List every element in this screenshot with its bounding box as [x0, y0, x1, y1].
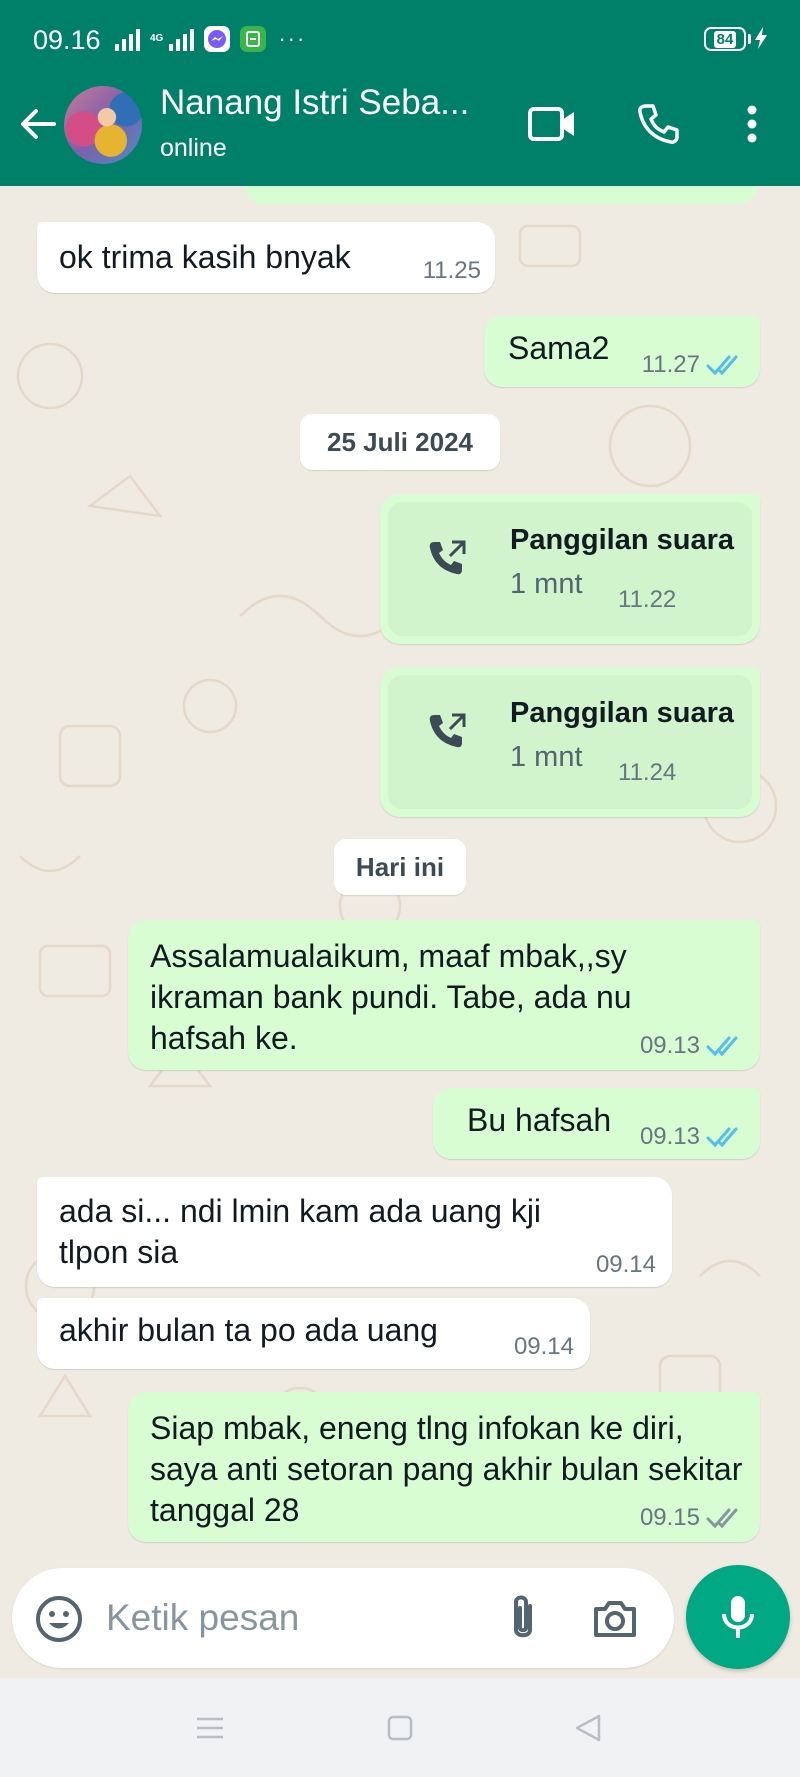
mic-icon	[722, 1596, 754, 1638]
call-duration: 1 mnt	[510, 568, 583, 600]
message-time: 09.14	[595, 1251, 656, 1278]
phone-icon	[638, 104, 679, 144]
message-time: 09.15	[639, 1504, 700, 1531]
message-meta: 11.27	[642, 351, 744, 379]
battery-level: 84	[713, 30, 737, 48]
read-receipt-icon	[706, 1036, 738, 1057]
message-text: Assalamualaikum, maaf mbak,,sy ikraman b…	[150, 938, 632, 1056]
menu-icon	[197, 1717, 223, 1739]
incoming-message[interactable]: ada si... ndi lmin kam ada uang kji tlpo…	[37, 1177, 672, 1287]
back-button[interactable]	[14, 100, 62, 148]
outgoing-message[interactable]: Sama2 11.27	[484, 316, 760, 387]
delivered-receipt-icon	[706, 1508, 738, 1529]
message-text: akhir bulan ta po ada uang	[59, 1312, 438, 1348]
video-call-icon	[528, 107, 574, 141]
incoming-message[interactable]: akhir bulan ta po ada uang 09.14	[37, 1298, 590, 1369]
voice-call-message[interactable]: Panggilan suara 1 mnt 11.24	[380, 667, 760, 817]
status-bar: 09.16 4G ··· 84	[0, 0, 800, 80]
message-meta: 09.15	[640, 1504, 744, 1532]
avatar[interactable]	[64, 86, 142, 164]
attach-icon[interactable]	[500, 1592, 546, 1646]
system-back-button[interactable]	[566, 1706, 610, 1750]
message-text: ok trima kasih bnyak	[59, 239, 351, 275]
read-receipt-icon	[706, 1127, 738, 1148]
camera-icon[interactable]	[590, 1594, 640, 1644]
battery-icon: 84	[704, 27, 746, 51]
home-icon	[387, 1715, 413, 1741]
outgoing-message[interactable]: Bu hafsah 09.13	[433, 1088, 760, 1159]
status-icons: 4G ···	[115, 22, 306, 56]
call-card: Panggilan suara 1 mnt 11.24	[388, 675, 752, 809]
status-time: 09.16	[33, 25, 101, 55]
read-receipt-icon	[706, 355, 738, 376]
message-meta: 09.13	[640, 1032, 744, 1060]
emoji-icon[interactable]	[34, 1594, 84, 1644]
message-text: ada si... ndi lmin kam ada uang kji tlpo…	[59, 1193, 542, 1270]
message-time: 11.24	[618, 759, 677, 786]
call-title: Panggilan suara	[510, 697, 735, 729]
top-app-bar: 09.16 4G ··· 84 Nanang Istri Seba... onl…	[0, 0, 800, 186]
network-type-label: 4G	[150, 33, 164, 44]
message-time: 11.27	[641, 351, 700, 378]
more-vert-icon	[747, 105, 757, 143]
incoming-message[interactable]: ok trima kasih bnyak 11.25	[37, 222, 495, 293]
battery-nub	[748, 34, 751, 44]
message-time: 11.22	[618, 586, 677, 613]
message-meta: 09.14	[514, 1333, 574, 1361]
call-duration: 1 mnt	[510, 741, 583, 773]
message-time: 09.14	[513, 1333, 574, 1360]
mic-button[interactable]	[686, 1565, 790, 1669]
charging-icon	[755, 27, 767, 49]
outgoing-message[interactable]: Assalamualaikum, maaf mbak,,sy ikraman b…	[128, 920, 760, 1070]
composer-bar	[0, 1565, 800, 1678]
message-meta: 11.25	[423, 257, 481, 285]
date-separator: 25 Juli 2024	[300, 414, 500, 470]
outgoing-call-icon	[429, 540, 466, 575]
video-call-button[interactable]	[524, 96, 580, 152]
message-time: 09.13	[639, 1032, 700, 1059]
signal-2-icon	[169, 27, 195, 51]
previous-message-bubble	[245, 186, 757, 204]
composer-pill	[12, 1568, 674, 1668]
message-meta: 09.14	[596, 1251, 656, 1279]
back-icon	[575, 1714, 601, 1742]
message-input[interactable]	[106, 1596, 406, 1640]
back-arrow-icon	[21, 109, 56, 139]
date-separator: Hari ini	[334, 839, 466, 895]
notification-app-icon	[240, 26, 267, 52]
message-time: 09.13	[639, 1123, 700, 1150]
system-nav-bar	[0, 1678, 800, 1777]
contact-status: online	[160, 134, 227, 162]
call-card: Panggilan suara 1 mnt 11.22	[388, 502, 752, 636]
contact-name[interactable]: Nanang Istri Seba...	[160, 83, 490, 123]
outgoing-call-icon	[429, 713, 466, 748]
message-time: 11.25	[422, 257, 481, 284]
call-title: Panggilan suara	[510, 524, 735, 556]
outgoing-message[interactable]: Siap mbak, eneng tlng infokan ke diri, s…	[128, 1392, 760, 1542]
message-meta: 09.13	[640, 1123, 744, 1151]
signal-icon	[115, 27, 140, 51]
chat-area[interactable]: ok trima kasih bnyak 11.25 Sama2 11.27 2…	[0, 186, 800, 1568]
more-notifications-icon: ···	[278, 26, 307, 51]
voice-call-message[interactable]: Panggilan suara 1 mnt 11.22	[380, 494, 760, 644]
voice-call-button[interactable]	[630, 96, 686, 152]
home-button[interactable]	[378, 1706, 422, 1750]
messenger-icon	[204, 26, 231, 52]
more-options-button[interactable]	[724, 96, 780, 152]
recents-button[interactable]	[188, 1706, 232, 1750]
